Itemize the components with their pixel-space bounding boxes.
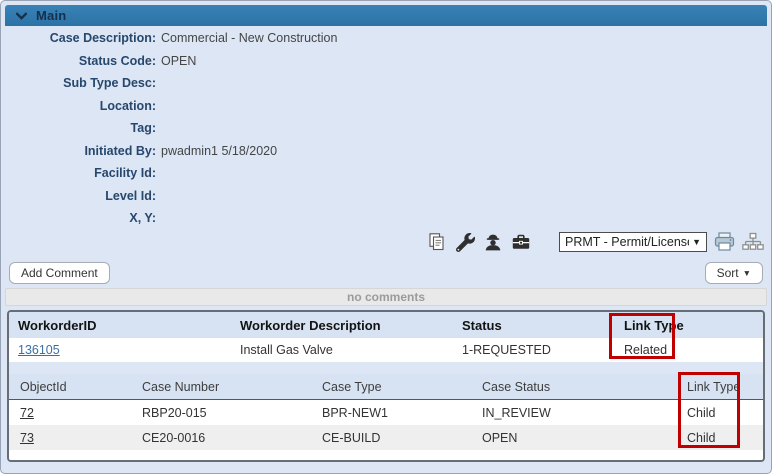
selected-option: PRMT - Permit/License: [565, 235, 689, 249]
header-case-type: Case Type: [322, 380, 482, 394]
sitemap-icon[interactable]: [741, 231, 765, 253]
no-comments-banner: no comments: [5, 288, 767, 306]
object-id-link[interactable]: 73: [20, 431, 34, 445]
case-type-cell: BPR-NEW1: [322, 406, 482, 420]
printer-icon[interactable]: [712, 231, 736, 253]
table-gap: [9, 362, 763, 374]
workorder-table: WorkorderID Workorder Description Status…: [9, 312, 763, 362]
field-row-tag: Tag:: [1, 117, 771, 140]
field-label: Facility Id:: [1, 166, 156, 180]
linked-records-panel: WorkorderID Workorder Description Status…: [7, 310, 765, 462]
case-number-cell: CE20-0016: [142, 431, 322, 445]
workorder-status-cell: 1-REQUESTED: [462, 343, 624, 357]
header-object-id: ObjectId: [20, 380, 142, 394]
header-link-type: Link Type: [624, 318, 763, 333]
field-row-initiated-by: Initiated By: pwadmin1 5/18/2020: [1, 140, 771, 163]
field-value: Commercial - New Construction: [161, 31, 337, 45]
comments-toolbar: Add Comment Sort ▼: [9, 260, 763, 286]
workorder-description-cell: Install Gas Valve: [240, 343, 462, 357]
case-table: ObjectId Case Number Case Type Case Stat…: [9, 374, 763, 460]
field-row-case-description: Case Description: Commercial - New Const…: [1, 27, 771, 50]
field-label: Sub Type Desc:: [1, 76, 156, 90]
header-workorder-description: Workorder Description: [240, 318, 462, 333]
workorder-id-link[interactable]: 136105: [18, 343, 60, 357]
header-status: Status: [462, 318, 624, 333]
main-section-header[interactable]: Main: [5, 5, 767, 26]
object-id-link[interactable]: 72: [20, 406, 34, 420]
header-workorder-id: WorkorderID: [18, 318, 240, 333]
workorder-table-row: 136105 Install Gas Valve 1-REQUESTED Rel…: [9, 338, 763, 362]
case-table-header: ObjectId Case Number Case Type Case Stat…: [9, 374, 763, 400]
case-status-cell: OPEN: [482, 431, 687, 445]
header-link-type: Link Type: [687, 380, 763, 394]
case-type-cell: CE-BUILD: [322, 431, 482, 445]
workorder-link-type-cell: Related: [624, 343, 763, 357]
case-link-type-cell: Child: [687, 406, 763, 420]
workorder-table-header: WorkorderID Workorder Description Status…: [9, 312, 763, 338]
case-table-row: 72 RBP20-015 BPR-NEW1 IN_REVIEW Child: [9, 400, 763, 425]
permit-type-select[interactable]: PRMT - Permit/License ▼: [559, 232, 707, 252]
field-label: Level Id:: [1, 189, 156, 203]
field-label: Status Code:: [1, 54, 156, 68]
worker-icon[interactable]: [481, 231, 505, 253]
sort-caret-icon: ▼: [743, 268, 751, 278]
field-value: pwadmin1 5/18/2020: [161, 144, 277, 158]
wrench-icon[interactable]: [453, 231, 477, 253]
field-row-location: Location:: [1, 95, 771, 118]
case-number-cell: RBP20-015: [142, 406, 322, 420]
field-label: X, Y:: [1, 211, 156, 225]
field-row-x-y: X, Y:: [1, 207, 771, 230]
field-row-facility-id: Facility Id:: [1, 162, 771, 185]
field-label: Case Description:: [1, 31, 156, 45]
field-row-sub-type-desc: Sub Type Desc:: [1, 72, 771, 95]
field-label: Initiated By:: [1, 144, 156, 158]
section-title: Main: [36, 8, 66, 23]
chevron-down-icon[interactable]: [16, 12, 27, 20]
case-detail-panel: Main Case Description: Commercial - New …: [0, 0, 772, 474]
field-label: Location:: [1, 99, 156, 113]
field-row-level-id: Level Id:: [1, 185, 771, 208]
copy-icon[interactable]: [425, 231, 449, 253]
toolbox-icon[interactable]: [509, 231, 533, 253]
select-caret-icon: ▼: [692, 237, 701, 247]
sort-button[interactable]: Sort ▼: [705, 262, 763, 284]
add-comment-button[interactable]: Add Comment: [9, 262, 110, 284]
case-table-row: 73 CE20-0016 CE-BUILD OPEN Child: [9, 425, 763, 450]
header-case-status: Case Status: [482, 380, 687, 394]
actions-toolbar: PRMT - Permit/License ▼: [1, 230, 771, 254]
header-case-number: Case Number: [142, 380, 322, 394]
field-label: Tag:: [1, 121, 156, 135]
field-value: OPEN: [161, 54, 196, 68]
case-status-cell: IN_REVIEW: [482, 406, 687, 420]
case-link-type-cell: Child: [687, 431, 763, 445]
field-row-status-code: Status Code: OPEN: [1, 50, 771, 73]
sort-button-label: Sort: [717, 266, 739, 280]
case-fields: Case Description: Commercial - New Const…: [1, 27, 771, 230]
